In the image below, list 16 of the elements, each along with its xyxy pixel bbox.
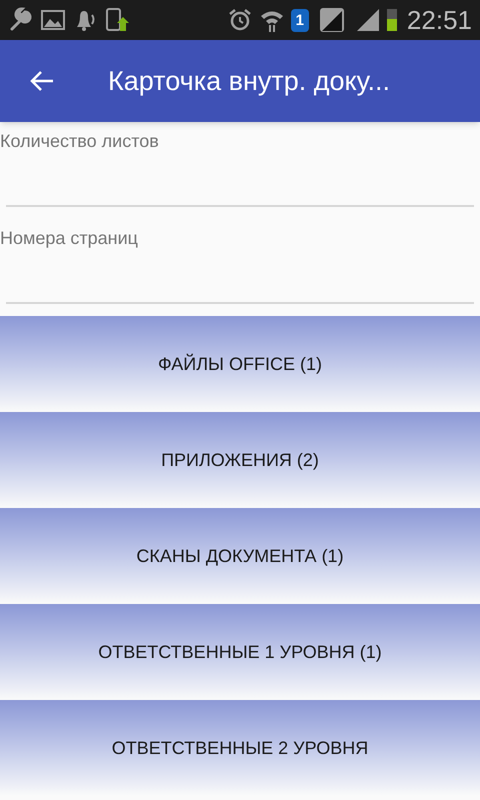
section-button[interactable]: СКАНЫ ДОКУМЕНТА (1) bbox=[0, 508, 480, 604]
clock-time: 22:51 bbox=[406, 7, 472, 33]
sim-badge: 1 bbox=[290, 8, 309, 32]
section-button[interactable]: ФАЙЛЫ OFFICE (1) bbox=[0, 316, 480, 412]
window-title: Карточка внутр. доку... bbox=[108, 64, 390, 98]
section-button[interactable]: ОТВЕТСТВЕННЫЕ 2 УРОВНЯ bbox=[0, 700, 480, 796]
signal-icon bbox=[354, 7, 381, 33]
section-button[interactable]: ОТВЕТСТВЕННЫЕ 1 УРОВНЯ (1) bbox=[0, 604, 480, 700]
field-label: Количество листов bbox=[0, 130, 159, 153]
battery-icon bbox=[386, 9, 397, 31]
section-button[interactable]: ПРИЛОЖЕНИЯ (2) bbox=[0, 412, 480, 508]
image-icon bbox=[40, 7, 66, 33]
back-arrow-icon bbox=[29, 69, 55, 93]
phone-upload-icon bbox=[104, 7, 130, 33]
field-label: Номера страниц bbox=[0, 227, 138, 250]
alarm-clock-icon bbox=[226, 7, 253, 33]
